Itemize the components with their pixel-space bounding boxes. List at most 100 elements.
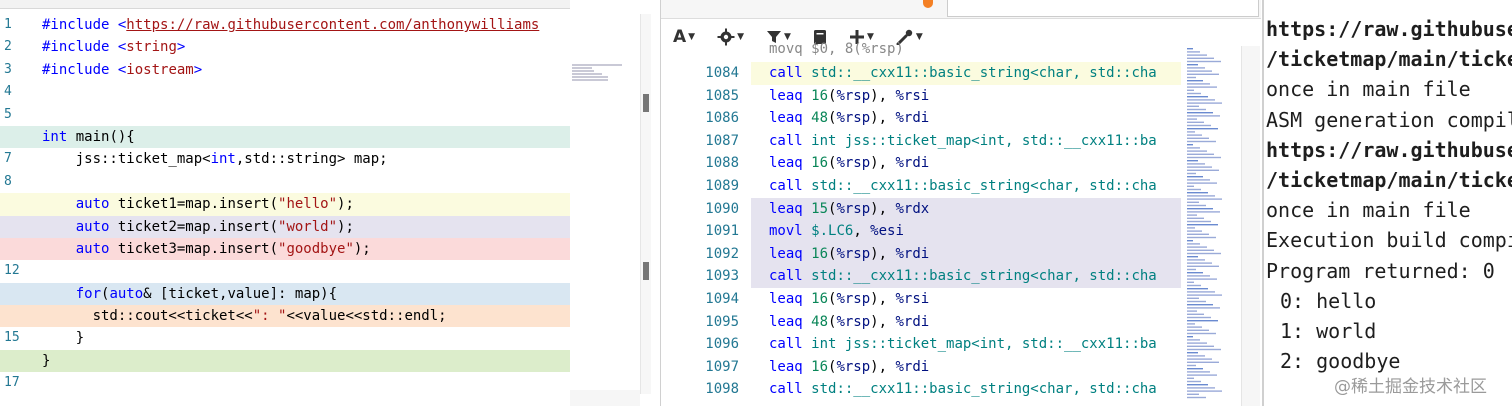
code-token: %rsp <box>836 358 871 375</box>
minimap-line <box>1187 92 1201 95</box>
assembly-code-line[interactable]: leaq 16(%rsp), %rdi <box>751 152 1181 175</box>
assembly-code-area[interactable]: call std::__cxx11::basic_string<char, st… <box>751 62 1181 401</box>
minimap-line <box>1187 89 1194 91</box>
code-token: %rdx <box>895 200 930 217</box>
font-A-icon: A <box>673 27 687 47</box>
source-code-line[interactable]: #include <https://raw.githubusercontent.… <box>42 14 570 36</box>
minimap-line <box>1187 320 1218 322</box>
source-code-line[interactable]: std::cout<<ticket<<": "<<value<<std::end… <box>0 305 570 328</box>
assembly-code-line[interactable]: call std::__cxx11::basic_string<char, st… <box>751 62 1181 85</box>
source-code-line[interactable] <box>42 171 570 193</box>
source-code-area[interactable]: #include <https://raw.githubusercontent.… <box>0 14 570 395</box>
minimap-line <box>1187 67 1205 69</box>
source-line-number: 2 <box>4 39 12 55</box>
source-scroll-thumb[interactable] <box>643 94 649 112</box>
assembly-code-line[interactable]: call std::__cxx11::basic_string<char, st… <box>751 265 1181 288</box>
source-line-number: 15 <box>4 330 20 346</box>
code-token: } <box>42 352 51 369</box>
source-code-line[interactable] <box>42 104 570 126</box>
assembly-line-number: 1087 <box>705 132 739 149</box>
code-token: auto <box>109 285 144 302</box>
minimap-line <box>1187 48 1193 50</box>
source-vertical-scrollbar[interactable] <box>640 14 651 394</box>
assembly-code-line[interactable]: call std::__cxx11::basic_string<char, st… <box>751 378 1181 401</box>
source-code-line[interactable] <box>42 81 570 103</box>
minimap-line <box>1187 179 1210 181</box>
assembly-code-line[interactable]: call int jss::ticket_map<int, std::__cxx… <box>751 333 1181 356</box>
minimap-line <box>1187 176 1203 178</box>
assembly-code-line[interactable]: call std::__cxx11::basic_string<char, st… <box>751 175 1181 198</box>
minimap-line <box>1187 272 1203 274</box>
source-horizontal-scroll-area[interactable] <box>570 390 640 406</box>
minimap-line <box>1187 297 1199 299</box>
code-token: %rdi <box>895 110 930 127</box>
output-options-button[interactable]: A ▼ <box>673 27 695 47</box>
source-code-line[interactable]: auto ticket2=map.insert("world"); <box>0 215 570 238</box>
assembly-code-line[interactable]: leaq 48(%rsp), %rdi <box>751 311 1181 334</box>
minimap-line <box>1187 182 1217 184</box>
output-line: /ticketmap/main/ticke <box>1266 47 1512 72</box>
minimap-line <box>1187 233 1209 235</box>
assembly-code-line[interactable]: leaq 48(%rsp), %rdi <box>751 107 1181 130</box>
code-token: ), <box>870 290 896 307</box>
minimap-line <box>1187 115 1220 117</box>
minimap-line <box>1187 246 1207 248</box>
minimap-line <box>1187 99 1215 101</box>
minimap-line <box>1187 275 1210 277</box>
minimap-line <box>1187 86 1217 88</box>
source-code-line[interactable] <box>42 260 570 282</box>
output-line: 0: hello <box>1280 288 1377 313</box>
assembly-code-line[interactable]: movl $.LC6, %esi <box>751 220 1181 243</box>
minimap-line <box>1187 118 1197 120</box>
code-token: leaq <box>769 290 812 307</box>
assembly-line-number: 1085 <box>705 87 739 104</box>
minimap-line <box>1187 352 1198 354</box>
source-code-line[interactable]: } <box>42 327 570 349</box>
minimap-line <box>1187 323 1195 325</box>
code-token: ), <box>870 313 896 330</box>
source-code-line[interactable]: int main(){ <box>0 125 570 149</box>
minimap-line <box>1187 243 1200 245</box>
code-token: 16 <box>811 155 829 172</box>
source-code-line[interactable]: auto ticket3=map.insert("goodbye"); <box>0 237 570 261</box>
assembly-line-number: 1091 <box>705 223 739 240</box>
minimap-line <box>1187 70 1212 72</box>
source-editor-pane[interactable]: 1234567891011121314151617 #include <http… <box>0 0 658 406</box>
source-code-line[interactable]: #include <iostream> <box>42 59 570 81</box>
minimap-line <box>1187 214 1197 216</box>
execution-output-pane[interactable]: https://raw.githubuse/ticketmap/main/tic… <box>1262 0 1512 406</box>
chevron-down-icon: ▼ <box>737 32 745 42</box>
source-code-line[interactable]: } <box>0 349 570 373</box>
assembly-code-line[interactable]: leaq 16(%rsp), %rdi <box>751 242 1181 266</box>
minimap-line <box>1187 220 1211 223</box>
assembly-code-line[interactable]: leaq 16(%rsp), %rdi <box>751 356 1181 379</box>
assembly-code-line[interactable]: leaq 16(%rsp), %rsi <box>751 288 1181 311</box>
source-code-line[interactable]: for(auto& [ticket,value]: map){ <box>0 282 570 306</box>
source-code-line[interactable]: auto ticket1=map.insert("hello"); <box>0 193 570 216</box>
code-token: <<value<<std::endl; <box>286 308 447 325</box>
code-token: ); <box>337 196 354 213</box>
code-token: auto <box>75 218 110 235</box>
assembly-code-line[interactable]: call int jss::ticket_map<int, std::__cxx… <box>751 130 1181 153</box>
assembly-line-number: 1088 <box>705 155 739 172</box>
source-code-line[interactable]: jss::ticket_map<int,std::string> map; <box>42 148 570 170</box>
assembly-code-line[interactable]: leaq 16(%rsp), %rsi <box>751 85 1181 108</box>
source-minimap[interactable] <box>572 64 630 98</box>
source-editor-tab-strip[interactable] <box>0 0 570 9</box>
source-line-number: 8 <box>4 173 12 189</box>
compiler-options-button[interactable]: ▼ <box>717 28 744 46</box>
assembly-vertical-scrollbar[interactable] <box>1241 46 1260 406</box>
source-code-line[interactable] <box>42 372 570 394</box>
minimap-line <box>1187 166 1212 168</box>
assembly-code-line[interactable]: leaq 15(%rsp), %rdx <box>751 197 1181 221</box>
source-line-number: 3 <box>4 61 12 77</box>
compiler-selector[interactable] <box>947 0 1259 17</box>
assembly-pane[interactable]: A ▼ ▼ ▼ ▼ ▼ movq $0, 8(%rsp) 1084 1085 1… <box>660 0 1261 406</box>
assembly-minimap[interactable] <box>1185 46 1233 406</box>
minimap-line <box>1187 294 1222 296</box>
output-line: Program returned: 0 <box>1266 258 1495 283</box>
source-code-line[interactable]: #include <string> <box>42 36 570 58</box>
assembly-line-number: 1084 <box>705 65 739 81</box>
